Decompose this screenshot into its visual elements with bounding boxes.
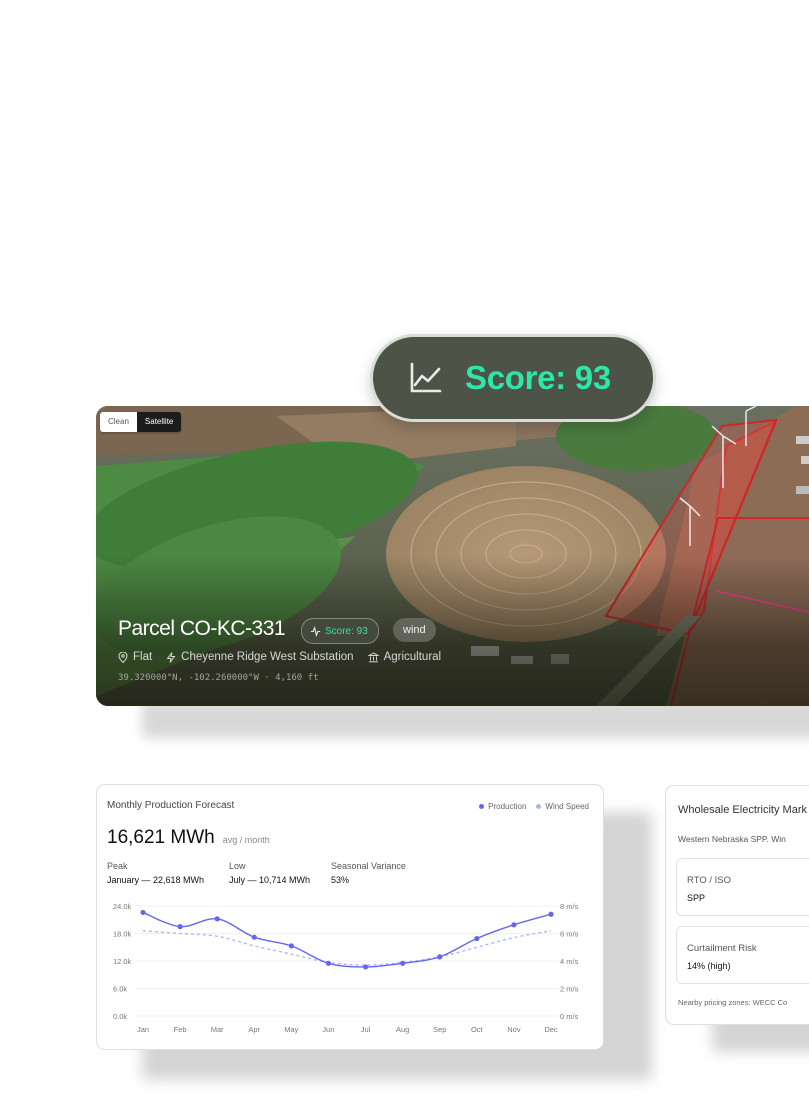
building-columns-icon	[367, 651, 379, 662]
production-point	[400, 960, 406, 966]
production-point	[511, 922, 517, 928]
y-left-tick-label: 18.0k	[113, 930, 132, 939]
x-tick-label: Sep	[433, 1025, 446, 1034]
x-tick-label: Dec	[544, 1025, 558, 1034]
production-point	[437, 954, 443, 960]
production-point	[474, 935, 480, 942]
score-badge-large: Score: 93	[370, 334, 656, 422]
production-point	[325, 960, 332, 966]
substation-meta: Cheyenne Ridge West Substation	[166, 651, 354, 663]
toggle-satellite[interactable]: Satellite	[136, 412, 182, 432]
rto-value: SPP	[687, 893, 706, 903]
x-tick-label: Aug	[396, 1025, 409, 1034]
zoning-value: Agricultural	[383, 651, 442, 663]
rto-label: RTO / ISO	[687, 875, 731, 886]
substation-value: Cheyenne Ridge West Substation	[181, 651, 354, 663]
y-right-tick-label: 6 m/s	[560, 930, 579, 939]
production-point	[177, 924, 183, 930]
x-tick-label: Mar	[211, 1025, 224, 1034]
map-style-toggle[interactable]: Clean Satellite	[100, 412, 182, 432]
series-line-wind-speed	[142, 930, 552, 966]
x-tick-label: Nov	[507, 1025, 521, 1034]
y-right-tick-label: 0 m/s	[560, 1012, 579, 1021]
x-tick-label: Apr	[248, 1025, 260, 1034]
parcel-score-label: Score: 93	[325, 625, 368, 637]
market-title: Wholesale Electricity Mark	[678, 804, 807, 816]
x-tick-label: Jan	[137, 1025, 149, 1034]
market-description: Western Nebraska SPP. Win	[678, 834, 786, 844]
electricity-market-card: Wholesale Electricity Mark Western Nebra…	[665, 785, 809, 1025]
curtailment-box: Curtailment Risk 14% (high)	[676, 926, 809, 984]
y-right-tick-label: 2 m/s	[560, 985, 579, 994]
toggle-clean[interactable]: Clean	[100, 412, 137, 432]
y-left-tick-label: 0.0k	[113, 1012, 127, 1021]
terrain-meta: Flat	[118, 651, 152, 663]
parcel-type-tag: wind	[393, 618, 436, 642]
pricing-zones-note: Nearby pricing zones: WECC Co	[678, 998, 788, 1007]
x-tick-label: Jun	[322, 1025, 334, 1034]
production-chart: 24.0k 8 m/s 18.0k 6 m/s 12.0k 4 m/s 6.0k 2 m/s 0…	[113, 902, 579, 1034]
activity-icon	[310, 625, 321, 637]
parcel-score-chip: Score: 93	[301, 618, 379, 644]
production-point	[362, 964, 369, 970]
curtailment-label: Curtailment Risk	[687, 943, 757, 954]
x-tick-label: Jul	[361, 1025, 371, 1034]
production-point	[214, 916, 220, 922]
series-line-production	[142, 911, 552, 968]
parcel-meta: Flat Cheyenne Ridge West Substation Agri…	[118, 651, 441, 663]
production-point	[140, 909, 146, 916]
parcel-coordinates: 39.320000°N, -102.260000°W · 4,160 ft	[118, 673, 319, 683]
x-tick-label: Oct	[471, 1025, 484, 1034]
lightning-icon	[166, 651, 176, 663]
terrain-value: Flat	[133, 651, 153, 663]
production-point	[251, 934, 257, 940]
score-badge-label: Score: 93	[465, 359, 611, 396]
production-point	[548, 911, 554, 917]
zoning-meta: Agricultural	[367, 651, 442, 663]
y-left-tick-label: 6.0k	[113, 985, 127, 994]
y-left-tick-label: 24.0k	[113, 902, 132, 911]
y-right-tick-label: 4 m/s	[560, 957, 579, 966]
x-tick-label: May	[284, 1025, 298, 1034]
x-tick-label: Feb	[174, 1025, 187, 1034]
trend-line-icon	[410, 362, 442, 393]
production-point	[288, 943, 294, 949]
location-pin-icon	[118, 651, 128, 663]
y-left-tick-label: 12.0k	[113, 957, 132, 966]
parcel-title: Parcel CO-KC-331	[118, 617, 286, 640]
rto-iso-box: RTO / ISO SPP	[676, 858, 809, 916]
curtailment-value: 14% (high)	[687, 961, 731, 971]
production-forecast-card: Monthly Production Forecast Production W…	[96, 784, 604, 1050]
y-right-tick-label: 8 m/s	[560, 902, 579, 911]
